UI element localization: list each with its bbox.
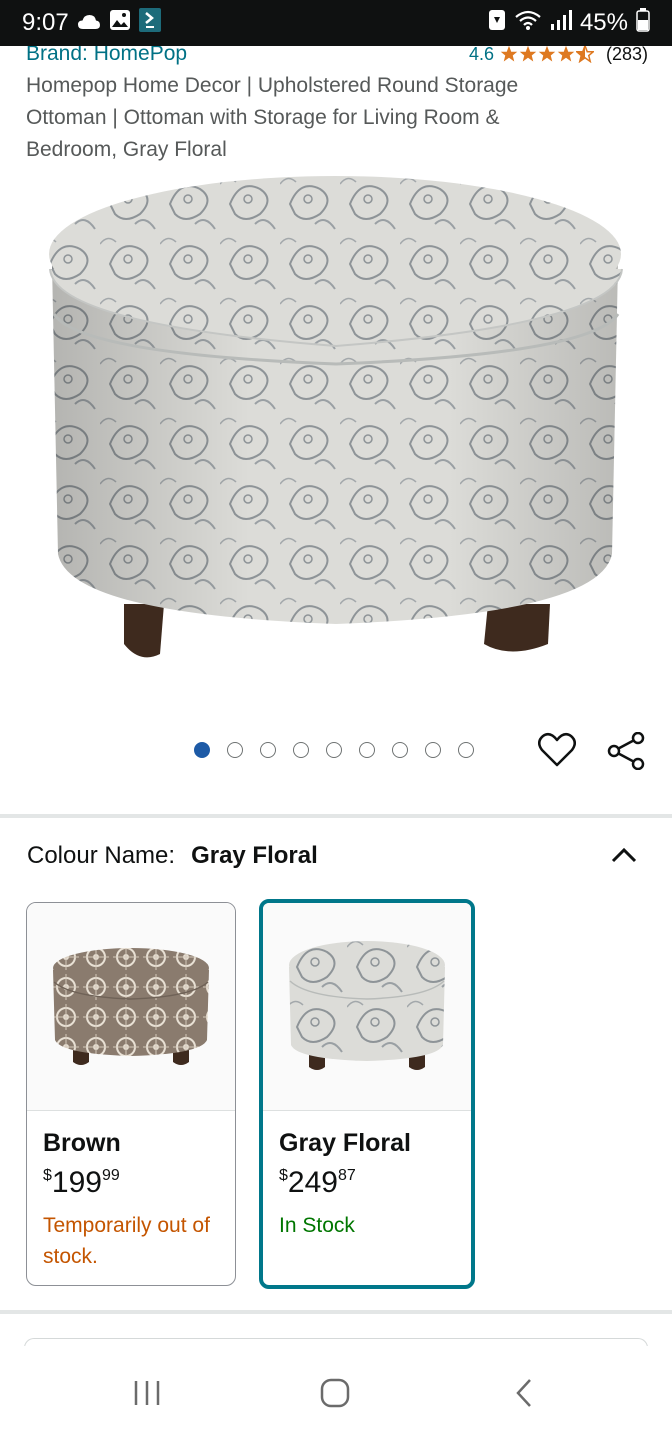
- recent-apps-icon[interactable]: [132, 1378, 162, 1413]
- rating-summary[interactable]: 4.6 (283): [469, 46, 648, 65]
- wifi-icon: [514, 9, 542, 38]
- brand-rating-row: Brand: HomePop 4.6 (283): [26, 46, 648, 68]
- review-count: (283): [605, 46, 648, 64]
- variant-name: Brown: [43, 1129, 121, 1157]
- share-icon[interactable]: [606, 731, 646, 775]
- variant-name: Gray Floral: [279, 1129, 411, 1157]
- brand-link[interactable]: Brand: HomePop: [26, 46, 187, 66]
- status-bar: 9:07 45%: [0, 0, 672, 46]
- carousel-dot[interactable]: [425, 742, 441, 758]
- colour-label: Colour Name:: [27, 842, 176, 869]
- battery-percent: 45%: [579, 9, 628, 36]
- carousel-dot[interactable]: [260, 742, 276, 758]
- system-navigation-bar: [0, 1346, 672, 1440]
- carousel-dot[interactable]: [392, 742, 408, 758]
- image-carousel-indicator[interactable]: [194, 742, 474, 758]
- carousel-dot[interactable]: [359, 742, 375, 758]
- star-rating: [500, 46, 594, 63]
- carousel-dot[interactable]: [293, 742, 309, 758]
- variant-price: $19999: [43, 1166, 120, 1199]
- section-divider: [0, 814, 672, 818]
- gallery-icon: [109, 9, 131, 38]
- cloud-icon: [77, 9, 101, 37]
- app-notification-icon: [138, 7, 161, 39]
- wishlist-heart-icon[interactable]: [538, 732, 576, 773]
- carousel-dot[interactable]: [194, 742, 210, 758]
- variant-image-gray-floral: [263, 903, 471, 1111]
- variant-stock-status: Temporarily out of stock.: [43, 1214, 210, 1268]
- variant-price: $24987: [279, 1166, 356, 1199]
- signal-icon: [550, 9, 572, 38]
- variant-card-brown[interactable]: Brown $19999 Temporarily out of stock.: [26, 902, 236, 1286]
- colour-selected-value: Gray Floral: [191, 842, 318, 869]
- carousel-dot[interactable]: [227, 742, 243, 758]
- variant-card-gray-floral[interactable]: Gray Floral $24987 In Stock: [259, 899, 475, 1289]
- battery-icon: [636, 7, 650, 39]
- carousel-dot[interactable]: [326, 742, 342, 758]
- chevron-up-icon[interactable]: [611, 842, 637, 870]
- back-icon[interactable]: [510, 1378, 540, 1413]
- section-divider: [0, 1310, 672, 1314]
- carousel-dot[interactable]: [458, 742, 474, 758]
- colour-selector-header[interactable]: Colour Name: Gray Floral: [27, 842, 647, 870]
- rating-value: 4.6: [468, 46, 494, 64]
- status-time: 9:07: [22, 9, 69, 36]
- product-image[interactable]: [40, 174, 632, 684]
- product-title: Homepop Home Decor | Upholstered Round S…: [26, 74, 519, 161]
- next-section-box: [24, 1338, 648, 1346]
- variant-image-brown: [27, 903, 235, 1111]
- product-page: Brand: HomePop 4.6 (283) Homepop Home De…: [0, 46, 672, 1346]
- star-full-icon: [519, 46, 537, 62]
- star-full-icon: [500, 46, 518, 62]
- star-full-icon: [557, 46, 575, 62]
- star-half-icon: [575, 46, 594, 63]
- home-icon[interactable]: [320, 1378, 350, 1413]
- star-full-icon: [538, 46, 556, 62]
- variant-stock-status: In Stock: [279, 1214, 355, 1237]
- sync-icon: [488, 9, 506, 38]
